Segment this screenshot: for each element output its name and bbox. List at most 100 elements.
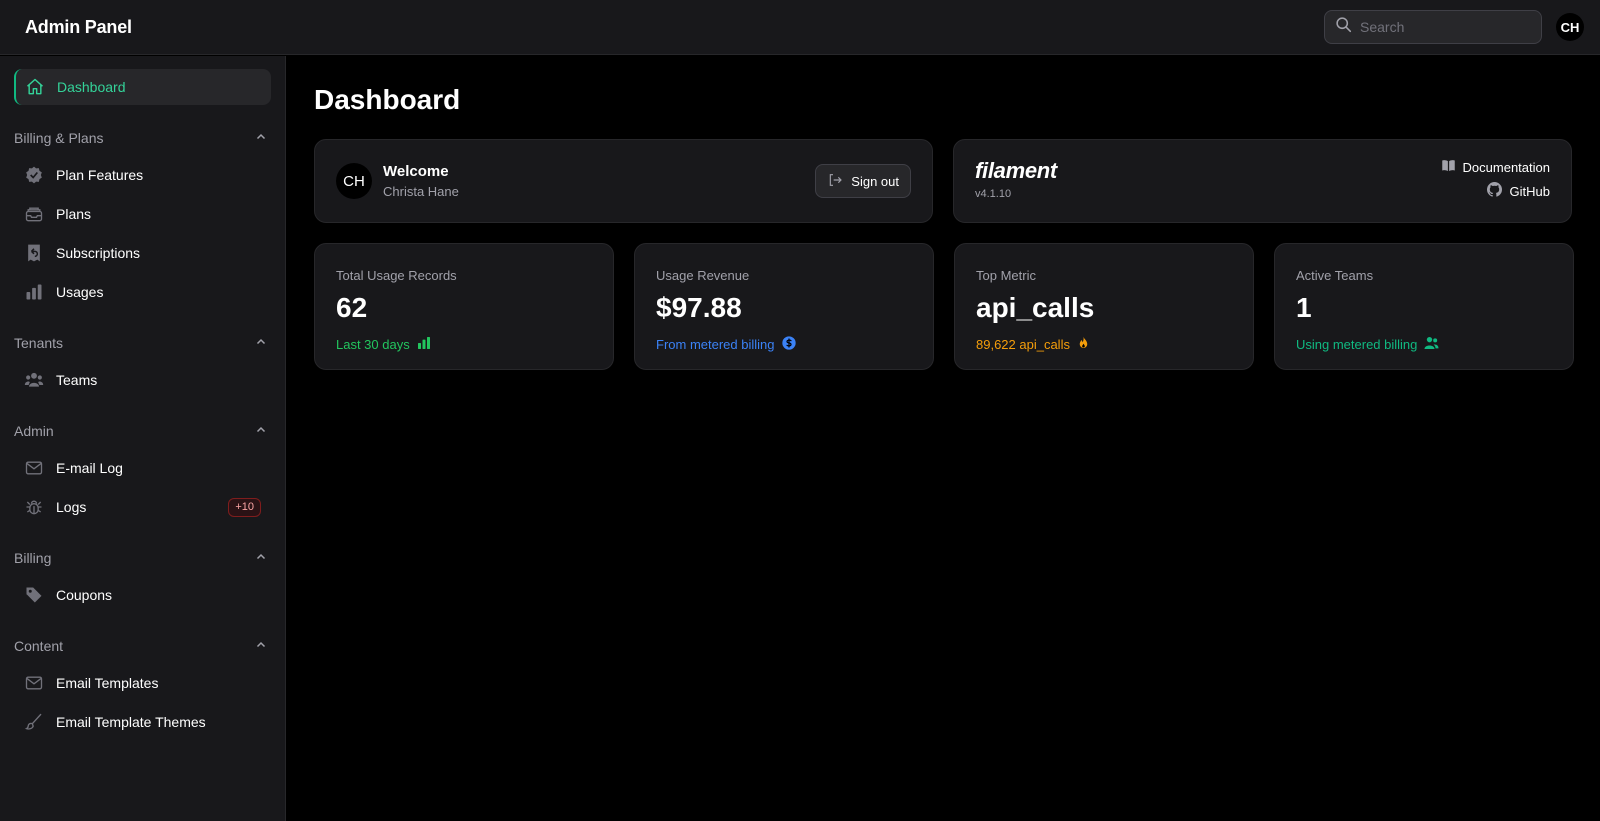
stat-description-text: Using metered billing [1296,337,1418,352]
documentation-label: Documentation [1462,159,1550,175]
github-label: GitHub [1509,183,1550,199]
page-title: Dashboard [314,84,461,115]
stat-value: api_calls [976,292,1095,323]
nav-group-header[interactable]: Admin [14,418,271,444]
welcome-text: Welcome Christa Hane [383,163,815,199]
sidebar-item-plans[interactable]: Plans [14,196,271,232]
tag-icon [24,585,44,605]
filament-version: v4.1.10 [975,188,1012,200]
welcome-card: CH Welcome Christa Hane Sign out [314,139,933,223]
receipt-refund-icon [24,243,44,263]
stat-card-top-metric: Top Metric api_calls 89,622 api_calls [954,243,1254,370]
brand-title[interactable]: Admin Panel [25,17,132,38]
stat-description: Last 30 days [336,335,592,354]
user-avatar[interactable]: CH [1556,13,1584,41]
sidebar-item-label: Teams [56,372,98,388]
filament-logo[interactable]: filament [975,158,1057,184]
stat-description: Using metered billing [1296,335,1552,354]
stat-label: Active Teams [1296,268,1374,283]
main-content: Dashboard CH Welcome Christa Hane Sign o… [314,56,1574,370]
envelope-icon [24,673,44,693]
chevron-up-icon [255,638,267,654]
sidebar-item-label: Subscriptions [56,245,141,261]
sign-out-label: Sign out [851,173,899,189]
stat-label: Top Metric [976,268,1036,283]
sidebar-item-label: Plans [56,206,92,222]
sign-out-icon [827,172,843,191]
fire-icon [1076,335,1091,354]
sign-out-button[interactable]: Sign out [815,164,911,198]
stat-description-text: 89,622 api_calls [976,337,1070,352]
stat-description-text: From metered billing [656,337,775,352]
nav-group-billing-plans: Billing & Plans Plan Features Plans Subs… [14,125,271,310]
chevron-up-icon [255,335,267,351]
user-group-icon [24,370,44,390]
sidebar-item-subscriptions[interactable]: Subscriptions [14,235,271,271]
sidebar-item-label: Email Template Themes [56,714,206,730]
nav-group-title: Admin [14,423,54,439]
github-link[interactable]: GitHub [1486,181,1550,201]
documentation-link[interactable]: Documentation [1441,158,1550,176]
sidebar-item-dashboard[interactable]: Dashboard [14,69,271,105]
chevron-up-icon [255,550,267,566]
stat-description-text: Last 30 days [336,337,410,352]
topbar-actions: CH [1324,10,1584,44]
sidebar-item-usages[interactable]: Usages [14,274,271,310]
sidebar: Dashboard Billing & Plans Plan Features … [0,56,286,821]
search-input[interactable] [1360,19,1530,35]
welcome-title: Welcome [383,163,449,180]
topbar: Admin Panel CH [0,0,1600,55]
chart-bar-icon [24,282,44,302]
search-icon [1335,16,1352,38]
stat-card-usage-revenue: Usage Revenue $97.88 From metered billin… [634,243,934,370]
stat-value: 1 [1296,292,1312,323]
stat-card-active-teams: Active Teams 1 Using metered billing [1274,243,1574,370]
sidebar-item-email-templates[interactable]: Email Templates [14,665,271,701]
sidebar-item-email-log[interactable]: E-mail Log [14,450,271,486]
currency-dollar-icon [781,335,797,354]
badge-check-icon [24,165,44,185]
nav-group-admin: Admin E-mail Log Logs +10 [14,418,271,525]
nav-group-header[interactable]: Content [14,633,271,659]
nav-group-title: Billing & Plans [14,130,104,146]
chevron-up-icon [255,130,267,146]
sidebar-item-label: E-mail Log [56,460,123,476]
nav-group-content: Content Email Templates Email Template T… [14,633,271,740]
users-icon [1423,335,1440,354]
nav-group-title: Content [14,638,64,654]
sidebar-item-label: Dashboard [57,79,126,95]
nav-group-header[interactable]: Billing [14,545,271,571]
sidebar-item-coupons[interactable]: Coupons [14,577,271,613]
nav-group-header[interactable]: Billing & Plans [14,125,271,151]
filament-links: Documentation GitHub [1441,158,1550,222]
nav-group-billing: Billing Coupons [14,545,271,613]
widgets-row: CH Welcome Christa Hane Sign out filamen… [314,139,1574,223]
filament-info-card: filament v4.1.10 Documentation GitHub [953,139,1572,223]
sidebar-item-logs[interactable]: Logs +10 [14,489,271,525]
nav-group-title: Tenants [14,335,64,351]
sidebar-item-email-template-themes[interactable]: Email Template Themes [14,704,271,740]
stat-card-total-usage-records: Total Usage Records 62 Last 30 days [314,243,614,370]
chart-bar-icon [416,335,432,354]
stat-description: 89,622 api_calls [976,335,1232,354]
sidebar-item-plan-features[interactable]: Plan Features [14,157,271,193]
nav-group-tenants: Tenants Teams [14,330,271,398]
stat-label: Total Usage Records [336,268,457,283]
envelope-icon [24,458,44,478]
stat-description: From metered billing [656,335,912,354]
nav-group-header[interactable]: Tenants [14,330,271,356]
github-icon [1486,181,1503,201]
sidebar-item-label: Logs [56,499,87,515]
search-box[interactable] [1324,10,1542,44]
chevron-up-icon [255,423,267,439]
avatar: CH [336,163,372,199]
nav-group-title: Billing [14,550,52,566]
bug-icon [24,497,44,517]
book-open-icon [1441,158,1456,176]
sidebar-item-teams[interactable]: Teams [14,362,271,398]
stat-label: Usage Revenue [656,268,750,283]
sidebar-item-label: Coupons [56,587,113,603]
sidebar-item-label: Email Templates [56,675,159,691]
stat-value: 62 [336,292,368,323]
user-name: Christa Hane [383,184,459,199]
